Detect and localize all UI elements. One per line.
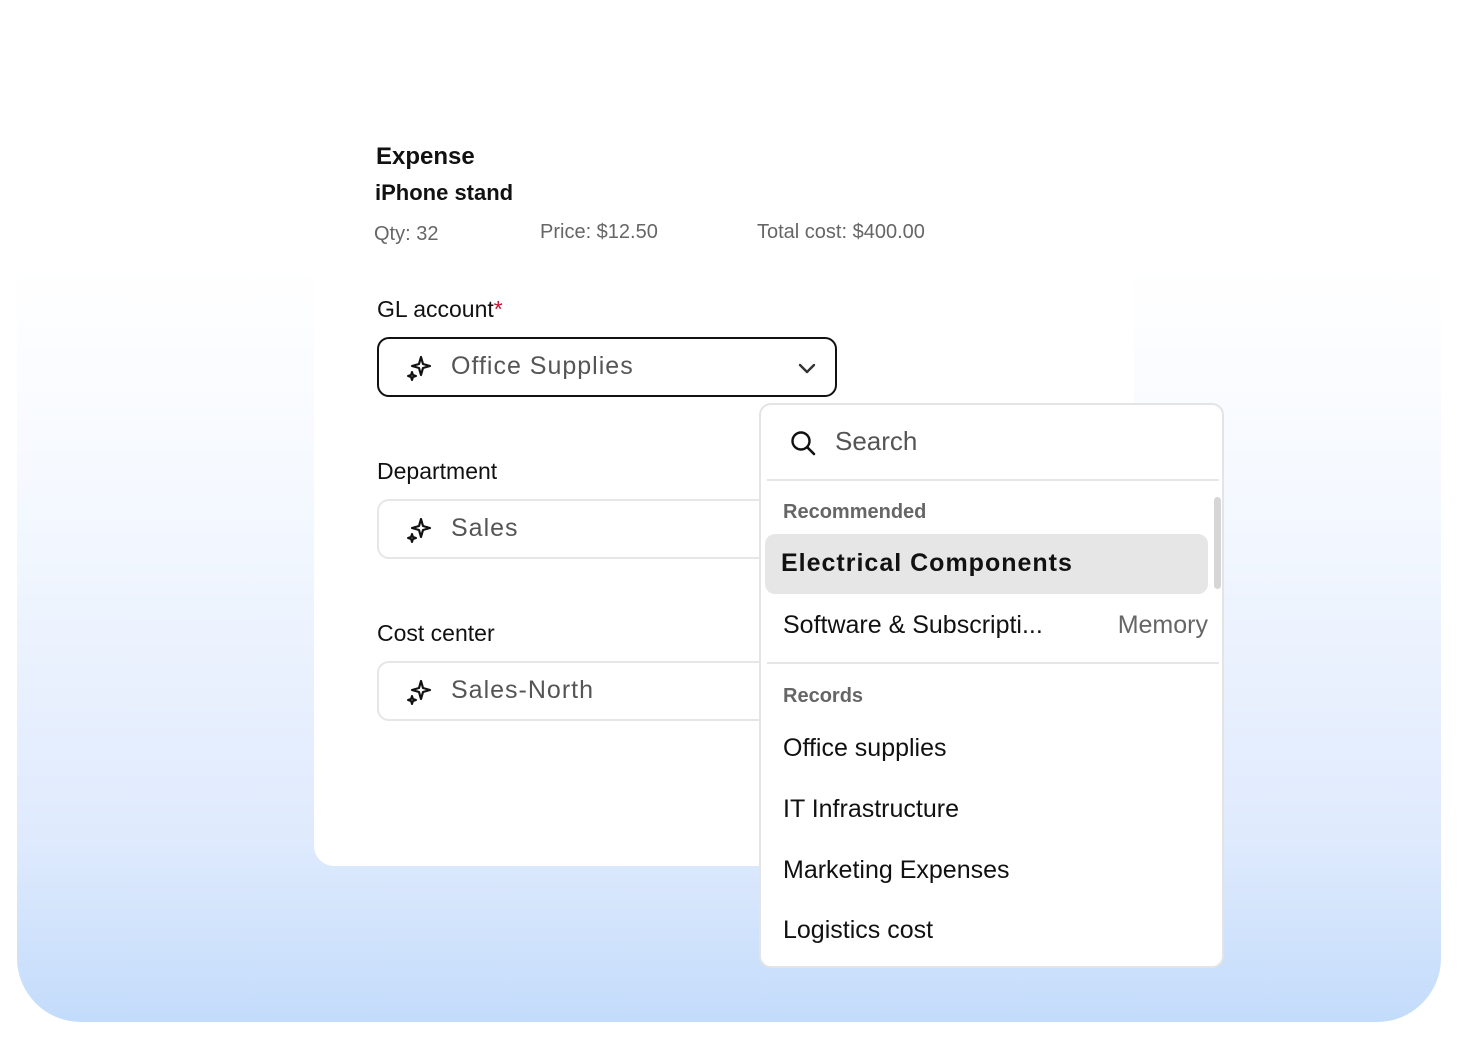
- expense-heading: Expense: [376, 143, 475, 170]
- option-label: Electrical Components: [781, 549, 1073, 577]
- option-label: Office supplies: [783, 734, 947, 762]
- dropdown-divider: [767, 662, 1219, 664]
- scrollbar[interactable]: [1214, 497, 1221, 589]
- gl-account-label: GL account*: [377, 296, 503, 323]
- chevron-down-icon: [798, 363, 816, 374]
- cost-center-value: Sales-North: [451, 676, 594, 704]
- recommended-section-title: Recommended: [783, 501, 927, 523]
- option-software-subscriptions[interactable]: Software & Subscripti... Memory: [765, 596, 1208, 656]
- option-logistics-cost[interactable]: Logistics cost: [765, 901, 1208, 961]
- option-office-supplies[interactable]: Office supplies: [765, 719, 1208, 779]
- records-section-title: Records: [783, 685, 864, 707]
- required-mark: *: [493, 296, 503, 322]
- gl-account-select[interactable]: Office Supplies: [377, 337, 837, 397]
- item-name: iPhone stand: [375, 180, 514, 205]
- option-marketing-expenses[interactable]: Marketing Expenses: [765, 841, 1208, 901]
- total-cost-text: Total cost: $400.00: [757, 221, 925, 243]
- option-it-infrastructure[interactable]: IT Infrastructure: [765, 780, 1208, 840]
- department-value: Sales: [451, 514, 519, 542]
- option-label: Marketing Expenses: [783, 856, 1010, 884]
- price-text: Price: $12.50: [540, 221, 658, 243]
- option-label: Logistics cost: [783, 916, 934, 944]
- sparkle-icon: [407, 517, 432, 543]
- memory-tag: Memory: [1117, 611, 1208, 639]
- gl-account-value: Office Supplies: [451, 352, 634, 380]
- option-label: IT Infrastructure: [783, 795, 959, 823]
- cost-center-label: Cost center: [377, 620, 495, 646]
- department-label: Department: [377, 458, 498, 484]
- option-label: Software & Subscripti...: [783, 611, 1043, 639]
- option-electrical-components[interactable]: Electrical Components: [765, 534, 1208, 594]
- sparkle-icon: [407, 679, 432, 705]
- qty-text: Qty: 32: [374, 223, 439, 245]
- gl-account-label-text: GL account: [377, 296, 494, 322]
- sparkle-icon: [407, 355, 432, 381]
- search-input[interactable]: [835, 421, 1195, 461]
- dropdown-divider: [767, 479, 1219, 481]
- gl-account-dropdown: Recommended Electrical Components Softwa…: [759, 403, 1224, 968]
- search-icon: [791, 431, 816, 456]
